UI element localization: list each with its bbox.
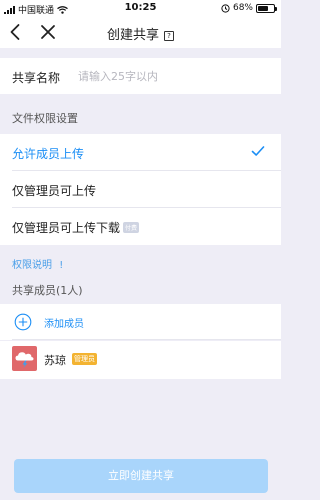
battery-icon bbox=[256, 3, 277, 13]
permission-option-allow-members[interactable]: 允许成员上传 bbox=[0, 134, 281, 171]
alarm-icon bbox=[221, 3, 230, 13]
permission-option-label: 仅管理员可上传 bbox=[12, 184, 97, 198]
permission-option-admin-upload-download[interactable]: 仅管理员可上传下载 付费 bbox=[0, 208, 281, 245]
member-list-item[interactable]: 苏琼 管理员 bbox=[0, 341, 281, 379]
info-icon: ! bbox=[59, 260, 64, 271]
permission-option-admin-upload[interactable]: 仅管理员可上传 bbox=[0, 171, 281, 208]
cloud-lightning-icon bbox=[15, 352, 34, 368]
nav-title-group: 创建共享? bbox=[0, 24, 281, 43]
permission-info-link[interactable]: 权限说明 ! bbox=[12, 256, 63, 271]
divider bbox=[12, 339, 281, 340]
check-icon bbox=[251, 146, 265, 156]
permission-info-label: 权限说明 bbox=[12, 260, 52, 271]
status-right: 68% bbox=[221, 3, 277, 13]
member-name: 苏琼 bbox=[44, 354, 66, 367]
admin-badge: 管理员 bbox=[72, 353, 97, 365]
page-title: 创建共享 bbox=[106, 28, 159, 43]
battery-percent: 68% bbox=[232, 3, 253, 13]
battery-fill bbox=[258, 5, 269, 11]
paid-tag: 付费 bbox=[123, 222, 140, 233]
share-name-label: 共享名称 bbox=[12, 71, 61, 85]
create-share-button[interactable]: 立即创建共享 bbox=[14, 459, 268, 493]
permissions-header: 文件权限设置 bbox=[12, 112, 78, 125]
add-member-row[interactable]: 添加成员 bbox=[0, 304, 281, 340]
share-name-input[interactable] bbox=[78, 67, 268, 85]
members-header: 共享成员(1人) bbox=[12, 284, 83, 297]
nav-bar: 创建共享? bbox=[0, 16, 281, 48]
share-name-row: 共享名称 bbox=[0, 58, 281, 94]
add-circle-icon bbox=[14, 313, 32, 331]
add-member-label: 添加成员 bbox=[44, 319, 84, 330]
help-icon[interactable]: ? bbox=[164, 31, 174, 41]
status-bar: 中国联通 10:25 68% bbox=[0, 0, 281, 16]
permission-option-label: 允许成员上传 bbox=[12, 147, 85, 161]
permission-option-label: 仅管理员可上传下载 bbox=[12, 221, 121, 235]
permission-option-label-group: 仅管理员可上传下载 付费 bbox=[12, 219, 140, 236]
avatar bbox=[12, 346, 37, 371]
